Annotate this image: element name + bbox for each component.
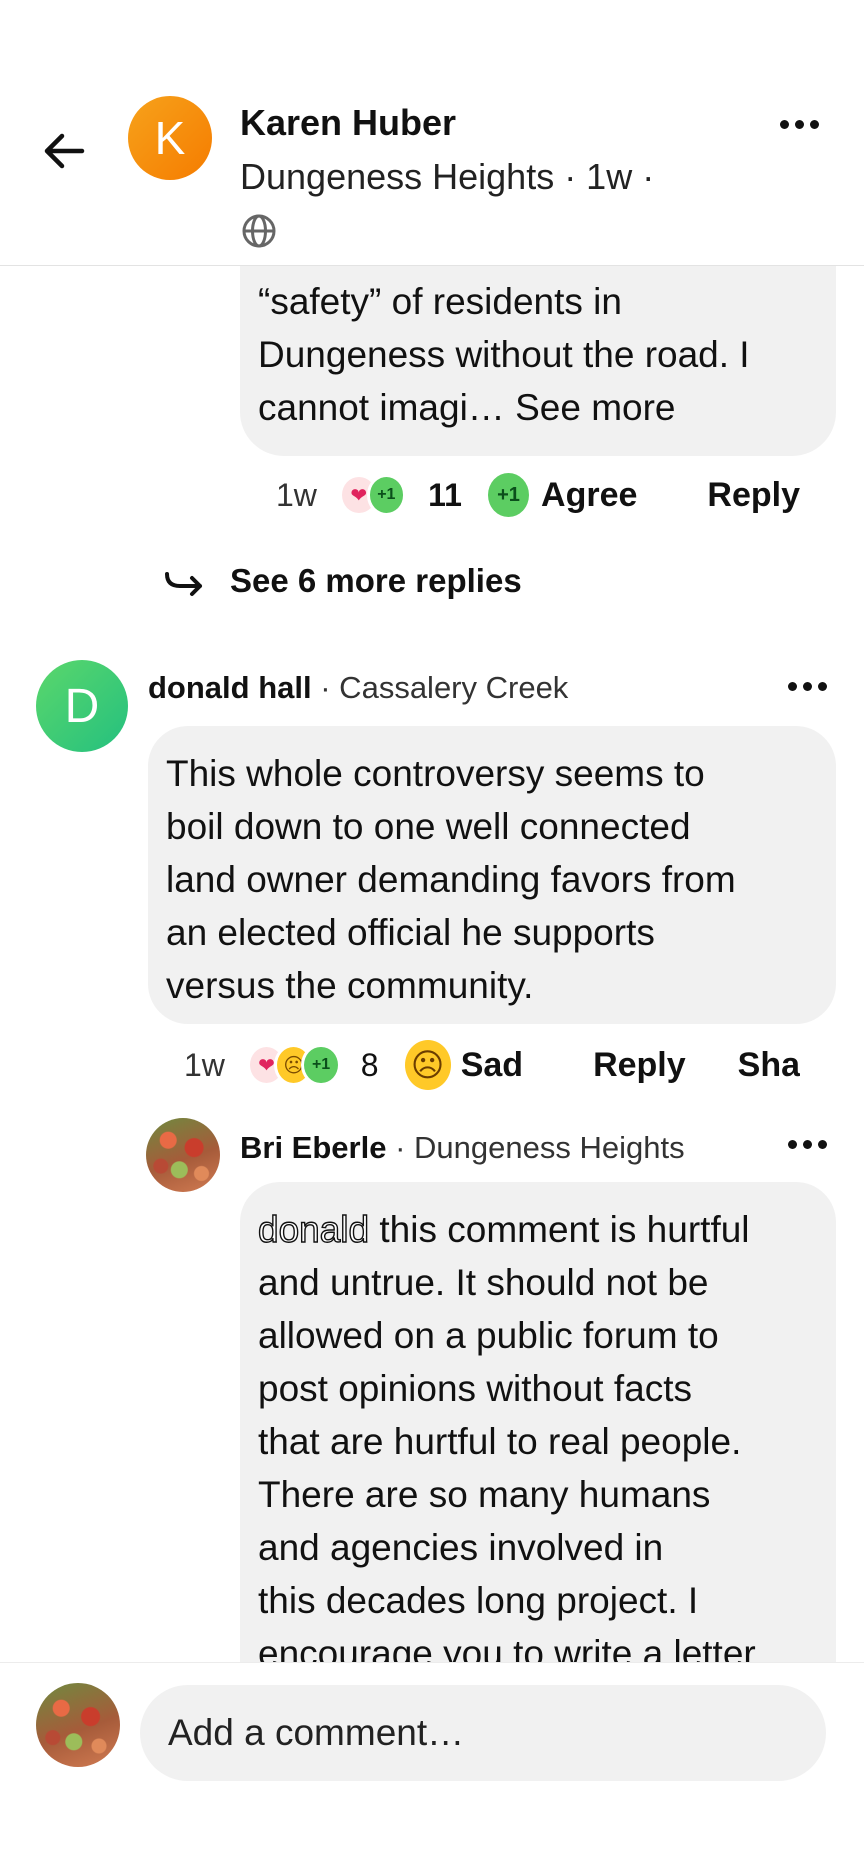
plus-one-reaction-icon: +1 [366,474,407,516]
comment-line: this decades long project. I [258,1580,699,1621]
comment-actions: 1w ❤ +1 11 +1 Agree Reply [276,470,800,520]
sad-reaction-button[interactable]: Sad [461,1046,523,1085]
mention-link[interactable]: donald [257,1208,370,1250]
comment-bubble: This whole controversy seems to boil dow… [148,726,836,1024]
sad-face-icon: ☹ [404,1040,451,1090]
post-header: K Karen Huber Dungeness Heights · 1w · [0,0,864,266]
comment-line: There are so many humans [258,1474,711,1515]
see-more-link[interactable]: See more [515,387,675,428]
comment-time: 1w [184,1046,225,1083]
commenter-name[interactable]: Bri Eberle [240,1130,386,1165]
commenter-neighborhood[interactable]: · Dungeness Heights [395,1130,685,1165]
user-avatar[interactable] [36,1683,120,1767]
comment-byline: donald hall · Cassalery Creek [148,670,568,706]
reply-button[interactable]: Reply [593,1046,686,1085]
globe-icon [242,214,276,248]
comment-more-icon[interactable] [788,1140,827,1149]
comment-line: donald this comment is hurtful [257,1208,750,1250]
comment-composer: Add a comment… [0,1662,864,1873]
comment-line: boil down to one well connected [166,806,691,847]
comment-actions: 1w ❤ ☹ +1 8 ☹ Sad Reply Sha [184,1040,800,1090]
post-meta: Dungeness Heights · 1w · [240,156,655,197]
comment-line: land owner demanding favors from [166,859,736,900]
author-avatar[interactable]: K [128,96,212,180]
comment-line: an elected official he supports [166,912,655,953]
comment-time: 1w [276,476,317,513]
reaction-count[interactable]: 11 [428,477,462,514]
back-arrow-icon[interactable] [40,128,90,174]
agree-button[interactable]: Agree [541,476,637,515]
reply-arrow-icon [165,572,202,596]
commenter-avatar[interactable] [146,1118,220,1192]
reaction-count[interactable]: 8 [361,1047,379,1084]
comment-line: and agencies involved in [258,1527,664,1568]
comment-line: that are hurtful to real people. [258,1421,742,1462]
comment-line: This whole controversy seems to [166,753,705,794]
add-comment-placeholder: Add a comment… [168,1712,465,1753]
comment-line: versus the community. [166,965,534,1006]
comment-line: cannot imagi… See more [258,387,676,428]
comment-line: “safety” of residents in [258,281,622,322]
commenter-neighborhood[interactable]: · Cassalery Creek [320,670,568,705]
comment-line: and untrue. It should not be [258,1262,709,1303]
see-more-replies-link[interactable]: See 6 more replies [230,562,522,600]
comment-line: post opinions without facts [258,1368,692,1409]
add-comment-input[interactable]: Add a comment… [140,1685,826,1781]
comment-line: allowed on a public forum to [258,1315,719,1356]
comment-more-icon[interactable] [788,682,827,691]
share-button[interactable]: Sha [738,1046,800,1085]
reply-button[interactable]: Reply [707,476,800,515]
comment-bubble: donald this comment is hurtful and untru… [240,1182,836,1672]
more-options-icon[interactable] [780,120,819,129]
author-name[interactable]: Karen Huber [240,102,456,144]
comment-byline: Bri Eberle · Dungeness Heights [240,1130,685,1166]
agree-icon: +1 [487,473,530,517]
commenter-name[interactable]: donald hall [148,670,312,705]
comment-line: Dungeness without the road. I [258,334,750,375]
commenter-avatar[interactable]: D [36,660,128,752]
plus-one-reaction-icon: +1 [301,1044,341,1086]
